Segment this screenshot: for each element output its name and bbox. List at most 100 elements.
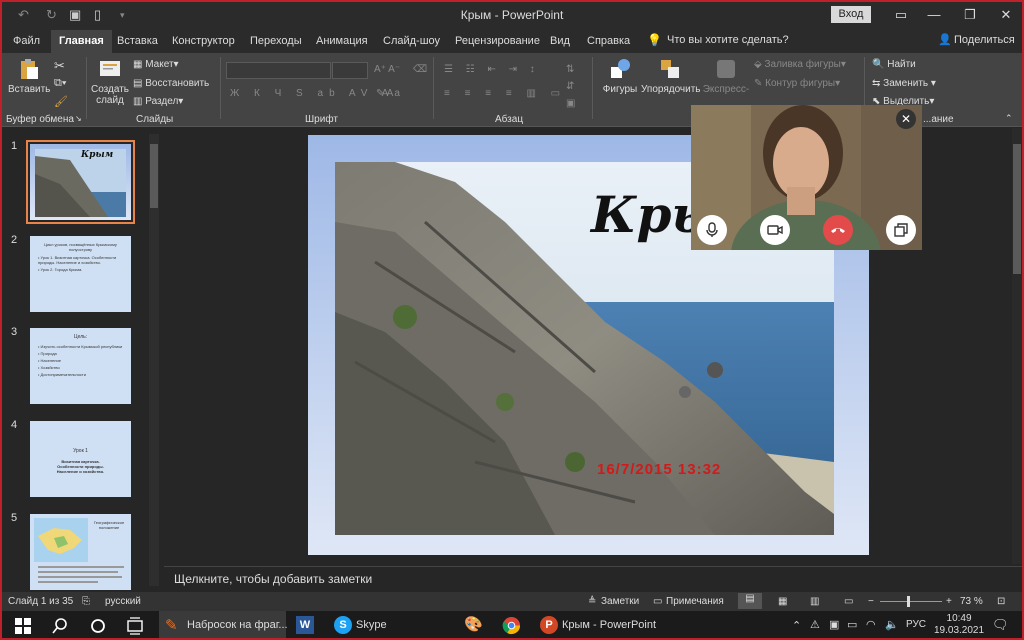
taskbar-app-paint[interactable]: 🎨 (460, 611, 488, 638)
restore-button[interactable]: ❐ (957, 5, 983, 25)
clear-format-icon[interactable]: ⌫ (413, 64, 427, 75)
taskbar-app-snip-sketch[interactable]: ✎ Набросок на фраг... (159, 611, 288, 638)
ribbon-display-icon[interactable]: ▭ (888, 5, 914, 25)
paste-button[interactable]: Вставить (8, 57, 50, 95)
slide-sorter-icon[interactable]: ▦ (778, 596, 787, 607)
section-button[interactable]: ▥ Раздел▾ (133, 96, 183, 107)
quick-styles-button[interactable]: Экспресс- (702, 57, 750, 95)
input-language[interactable]: РУС (906, 619, 926, 630)
language-indicator[interactable]: русский (105, 596, 141, 607)
minimize-button[interactable]: — (921, 5, 947, 25)
share-button[interactable]: Поделиться (954, 34, 1015, 46)
scroll-thumb[interactable] (1013, 144, 1021, 274)
cut-icon[interactable]: ✂ (54, 58, 65, 74)
scroll-thumb[interactable] (150, 144, 158, 208)
divider (86, 57, 87, 119)
wifi-icon[interactable]: ◠ (866, 618, 876, 631)
windows-start-icon[interactable] (12, 615, 34, 637)
microphone-button[interactable] (697, 215, 727, 245)
clipboard-launcher-icon[interactable]: ↘ (75, 114, 82, 123)
text-direction-icon[interactable]: ⇅ (566, 64, 574, 75)
spellcheck-icon[interactable]: ⎘ (82, 596, 90, 607)
new-slide-button[interactable]: Создать слайд (90, 57, 130, 106)
align-icons[interactable]: ≡ ≡ ≡ ≡ ▥ ▭ (444, 88, 566, 99)
collapse-ribbon-icon[interactable]: ⌃ (1005, 113, 1013, 124)
reset-button[interactable]: ▤ Восстановить (133, 78, 209, 89)
slide-thumbnail-1[interactable]: Крым (26, 140, 135, 224)
battery-icon[interactable]: ▭ (847, 618, 857, 631)
slideshow-icon[interactable]: ▭ (844, 596, 853, 607)
font-grow-icon[interactable]: A⁺ A⁻ (374, 64, 400, 75)
find-button[interactable]: 🔍 Найти (872, 59, 916, 70)
hang-up-button[interactable] (823, 215, 853, 245)
taskbar-app-powerpoint[interactable]: P Крым - PowerPoint (534, 611, 661, 638)
tab-slideshow[interactable]: Слайд-шоу (383, 35, 440, 47)
notes-pane[interactable]: Щелкните, чтобы добавить заметки (164, 566, 1022, 591)
slide-thumbnail-3[interactable]: Цель: • Изучить особенности Крымской рес… (30, 328, 131, 404)
tab-review[interactable]: Рецензирование (455, 35, 540, 47)
font-size-box[interactable] (332, 62, 368, 79)
zoom-slider[interactable] (880, 601, 942, 602)
volume-icon[interactable]: 🔈 (885, 618, 899, 631)
tab-insert[interactable]: Вставка (117, 35, 158, 47)
reading-view-icon[interactable]: ▥ (810, 596, 819, 607)
search-icon[interactable] (49, 615, 71, 637)
normal-view-icon[interactable]: ▤ (738, 593, 762, 609)
skype-call-window[interactable]: ✕ (691, 105, 922, 250)
call-close-button[interactable]: ✕ (896, 109, 916, 129)
font-name-box[interactable] (226, 62, 331, 79)
taskbar-app-word[interactable]: W (292, 611, 320, 638)
slide-thumbnail-4[interactable]: Урок 1 Визитная карточка. Особенности пр… (30, 421, 131, 497)
notifications-icon[interactable]: 🗨 (992, 617, 1009, 633)
switch-view-button[interactable] (886, 215, 916, 245)
tab-home[interactable]: Главная (51, 30, 112, 53)
tab-help[interactable]: Справка (587, 35, 630, 47)
close-button[interactable]: ✕ (993, 5, 1019, 25)
notes-icon[interactable]: ≜ (588, 596, 596, 607)
signin-button[interactable]: Вход (831, 6, 871, 23)
zoom-out-icon[interactable]: − (868, 596, 874, 607)
slide-thumbnail-2[interactable]: Цикл уроков, посвящённых Крымскому полуо… (30, 236, 131, 312)
tell-me-search[interactable]: Что вы хотите сделать? (667, 34, 789, 46)
editor-scrollbar[interactable] (1012, 128, 1022, 564)
shape-fill-button[interactable]: ⬙ Заливка фигуры▾ (754, 59, 846, 70)
editing-group-label: ...ание (923, 114, 954, 125)
task-view-icon[interactable] (124, 615, 146, 637)
shape-outline-button[interactable]: ✎ Контур фигуры▾ (754, 78, 840, 89)
comments-toggle[interactable]: Примечания (666, 596, 724, 607)
align-text-icon[interactable]: ⇵ (566, 81, 574, 92)
tab-design[interactable]: Конструктор (172, 35, 235, 47)
comments-icon[interactable]: ▭ (653, 596, 662, 607)
thumbnail-scrollbar[interactable] (149, 134, 159, 586)
network-alert-icon[interactable]: ⚠ (810, 618, 820, 631)
layout-button[interactable]: ▦ Макет▾ (133, 59, 179, 70)
font-color-icon[interactable]: ✎ A (376, 88, 393, 99)
copy-icon[interactable]: ⧉▾ (54, 77, 66, 90)
notes-toggle[interactable]: Заметки (601, 596, 639, 607)
zoom-in-icon[interactable]: + (946, 596, 952, 607)
smartart-icon[interactable]: ▣ (566, 98, 575, 109)
fit-slide-icon[interactable]: ⊡ (997, 596, 1005, 607)
display-icon[interactable]: ▣ (829, 618, 839, 631)
shapes-button[interactable]: Фигуры (600, 57, 640, 95)
tab-file[interactable]: Файл (13, 35, 40, 47)
camera-button[interactable] (760, 215, 790, 245)
slide-thumbnail-5[interactable]: Географическое положение (30, 514, 131, 590)
chrome-icon (502, 616, 521, 635)
show-hidden-icons[interactable]: ⌃ (792, 619, 801, 632)
replace-button[interactable]: ⇆ Заменить ▾ (872, 78, 936, 89)
zoom-level[interactable]: 73 % (960, 596, 983, 607)
tab-animations[interactable]: Анимация (316, 35, 368, 47)
font-group-label: Шрифт (305, 114, 338, 125)
tab-view[interactable]: Вид (550, 35, 570, 47)
notes-placeholder[interactable]: Щелкните, чтобы добавить заметки (174, 572, 372, 586)
format-painter-icon[interactable]: 🖌 (54, 95, 68, 108)
clock[interactable]: 10:49 19.03.2021 (934, 613, 984, 637)
list-icons[interactable]: ☰ ☷ ⇤ ⇥ ↕ (444, 64, 540, 75)
arrange-button[interactable]: Упорядочить (641, 57, 701, 95)
zoom-slider-thumb[interactable] (907, 596, 910, 607)
taskbar-app-chrome[interactable] (498, 611, 526, 638)
cortana-icon[interactable] (87, 615, 109, 637)
taskbar-app-skype[interactable]: S Skype (328, 611, 423, 638)
tab-transitions[interactable]: Переходы (250, 35, 302, 47)
